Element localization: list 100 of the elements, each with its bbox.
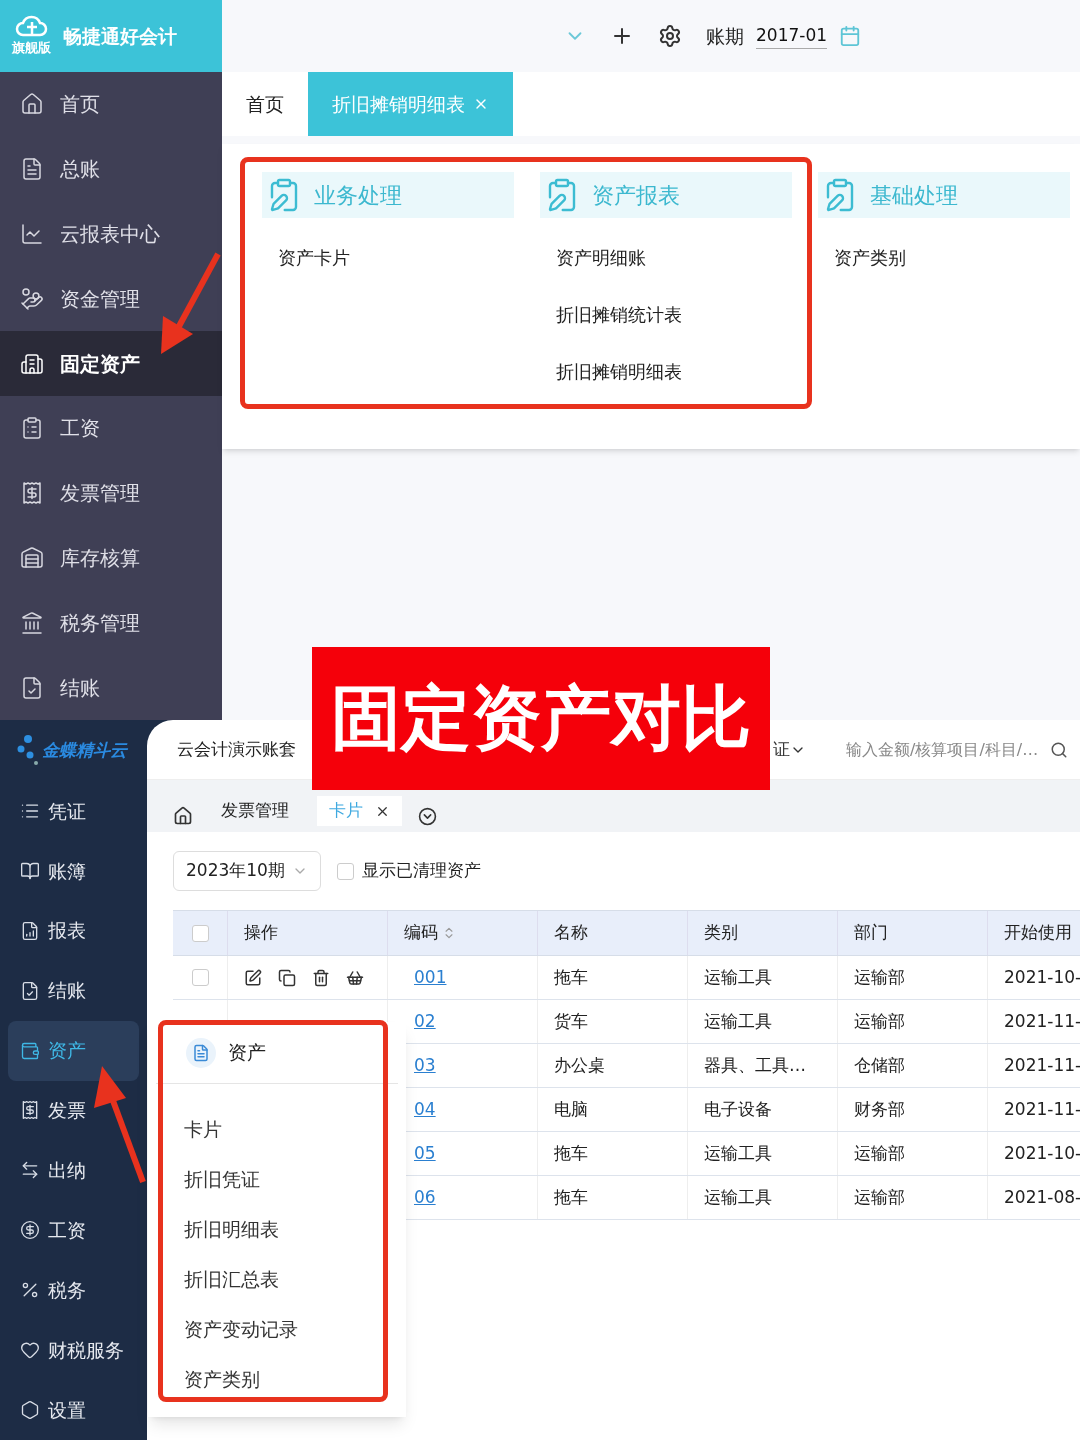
basket-icon[interactable]	[346, 968, 364, 987]
copy-icon[interactable]	[278, 968, 296, 987]
sidebar-item[interactable]: 库存核算	[0, 525, 222, 591]
table-cell: 运输工具	[688, 1132, 838, 1175]
menu-item[interactable]: 资产类别	[818, 244, 1070, 271]
sidebar-item[interactable]: 资产	[8, 1020, 139, 1081]
brand-name: 金蝶精斗云	[42, 738, 127, 762]
sidebar-item[interactable]: 资金管理	[0, 266, 222, 332]
sidebar-item[interactable]: 账簿	[8, 840, 139, 901]
sidebar-item[interactable]: 工资	[0, 396, 222, 461]
title-banner: 固定资产对比	[312, 647, 770, 790]
search-field[interactable]: 输入金额/核算项目/科目/…	[846, 737, 1039, 762]
checkbox[interactable]	[191, 924, 209, 942]
delete-icon[interactable]	[312, 968, 330, 987]
tab[interactable]: 发票管理	[209, 796, 301, 826]
column-header: 开始使用	[988, 911, 1080, 955]
edit-icon[interactable]	[244, 968, 262, 987]
flyout-item[interactable]: 折旧凭证	[148, 1154, 406, 1204]
period-select[interactable]: 2023年10期	[173, 851, 321, 891]
warehouse-icon	[20, 545, 44, 570]
sidebar-item[interactable]: 出纳	[8, 1140, 139, 1201]
app-name: 畅捷通好会计	[63, 23, 177, 49]
chevron-circle-icon[interactable]	[418, 807, 437, 826]
table-cell: 2021-10-	[988, 956, 1080, 999]
flyout-item[interactable]: 资产类别	[148, 1354, 406, 1404]
search-icon[interactable]	[1050, 740, 1069, 759]
sidebar-item[interactable]: 财税服务	[8, 1320, 139, 1381]
sidebar-item[interactable]: 发票管理	[0, 460, 222, 526]
sidebar-item[interactable]: 固定资产	[0, 331, 222, 396]
flyout-item[interactable]: 卡片	[148, 1104, 406, 1154]
home-icon[interactable]	[173, 806, 193, 826]
sidebar-item[interactable]: 首页	[0, 72, 222, 137]
voucher-menu[interactable]: 证	[773, 736, 806, 763]
column-header: 编码	[388, 911, 538, 955]
wallet-icon	[20, 1040, 40, 1061]
document-icon	[192, 1043, 210, 1062]
column-header: 类别	[688, 911, 838, 955]
currency-icon	[20, 1220, 40, 1241]
table-cell: 2021-08-	[988, 1176, 1080, 1219]
dots-logo-icon	[16, 733, 38, 768]
checkbox[interactable]	[191, 969, 209, 986]
line-chart-icon	[20, 222, 44, 246]
sidebar-item[interactable]: 发票	[8, 1080, 139, 1141]
checkbox-label: 显示已清理资产	[362, 859, 481, 883]
group-title: 基础处理	[870, 181, 958, 210]
menu-item[interactable]: 折旧摊销明细表	[540, 358, 792, 385]
sidebar-item[interactable]: 设置	[8, 1380, 139, 1440]
checkbox[interactable]	[337, 862, 354, 880]
period-field[interactable]: 2017-01	[756, 22, 828, 50]
code-link[interactable]: 02	[414, 1008, 436, 1035]
book-icon	[20, 860, 40, 881]
sidebar-item[interactable]: 结账	[8, 960, 139, 1021]
sidebar-item[interactable]: 总账	[0, 136, 222, 202]
table-cell: 运输部	[838, 1132, 988, 1175]
code-link[interactable]: 03	[414, 1052, 436, 1079]
sidebar-item[interactable]: 工资	[8, 1200, 139, 1261]
sidebar-item[interactable]: 报表	[8, 900, 139, 961]
account-set-name: 云会计演示账套	[177, 737, 296, 761]
table-cell: 运输工具	[688, 1176, 838, 1219]
coin-hand-icon	[20, 286, 44, 311]
table-cell: 2021-11-	[988, 1088, 1080, 1131]
sidebar-item[interactable]: 税务	[8, 1260, 139, 1321]
hexagon-icon	[20, 1400, 40, 1421]
sidebar-item[interactable]: 云报表中心	[0, 201, 222, 267]
table-cell: 货车	[538, 1000, 688, 1043]
code-link[interactable]: 001	[414, 964, 447, 991]
settings-icon[interactable]	[658, 24, 682, 48]
document-icon	[20, 157, 44, 182]
cloud-logo-icon	[14, 14, 49, 39]
code-link[interactable]: 04	[414, 1096, 436, 1123]
column-header: 操作	[228, 911, 388, 955]
receipt-icon	[20, 1100, 40, 1121]
menu-item[interactable]: 折旧摊销统计表	[540, 301, 792, 328]
sidebar-item[interactable]: 税务管理	[0, 590, 222, 656]
table-cell: 运输部	[838, 956, 988, 999]
table-cell: 器具、工具…	[688, 1044, 838, 1087]
table-cell: 拖车	[538, 1132, 688, 1175]
edition-label: 旗舰版	[12, 39, 51, 58]
sidebar-item[interactable]: 凭证	[8, 780, 139, 841]
flyout-item[interactable]: 资产变动记录	[148, 1304, 406, 1354]
transfer-icon	[20, 1160, 40, 1181]
tab[interactable]: 首页	[222, 72, 308, 136]
bank-icon	[20, 610, 44, 635]
group-title: 资产报表	[592, 181, 680, 210]
receipt-icon	[20, 481, 44, 506]
table-cell: 运输工具	[688, 956, 838, 999]
flyout-item[interactable]: 折旧明细表	[148, 1204, 406, 1254]
flyout-item[interactable]: 折旧汇总表	[148, 1254, 406, 1304]
code-link[interactable]: 05	[414, 1140, 436, 1167]
table-cell: 电子设备	[688, 1088, 838, 1131]
code-link[interactable]: 06	[414, 1184, 436, 1211]
sidebar-item[interactable]: 结账	[0, 655, 222, 720]
column-header: 名称	[538, 911, 688, 955]
menu-item[interactable]: 资产卡片	[262, 244, 514, 271]
table-cell: 运输部	[838, 1176, 988, 1219]
flyout-title: 资产	[228, 1040, 266, 1066]
group-title: 业务处理	[314, 181, 402, 210]
report-icon	[20, 920, 40, 941]
menu-item[interactable]: 资产明细账	[540, 244, 792, 271]
file-check-icon	[20, 675, 44, 700]
